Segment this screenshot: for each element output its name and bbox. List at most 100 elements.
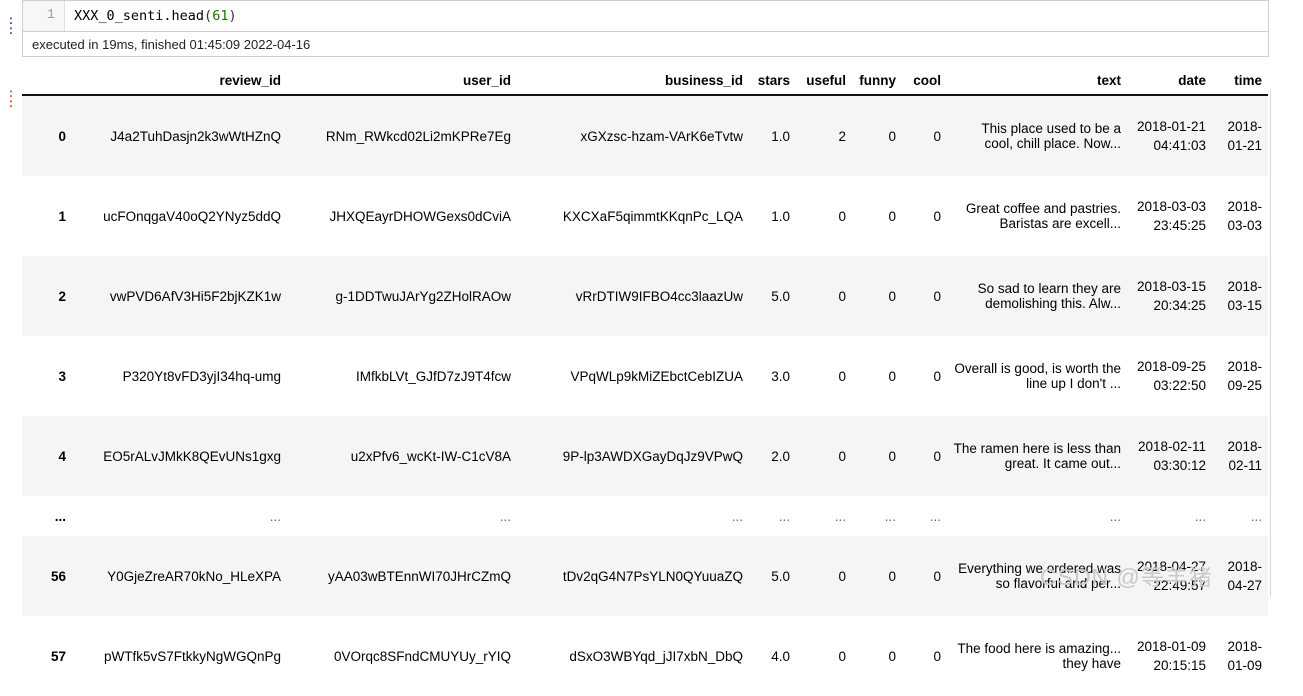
row-index: 0 [22, 95, 72, 176]
header-time[interactable]: time [1212, 73, 1268, 96]
cell-review-id: EO5rALvJMkK8QEvUNs1gxg [72, 416, 287, 496]
cell-date: 2018-04-27 22:49:57 [1127, 536, 1212, 616]
cell-date: 2018-03-15 20:34:25 [1127, 256, 1212, 336]
header-user-id[interactable]: user_id [287, 73, 517, 96]
cell-text: Overall is good, is worth the line up I … [947, 336, 1127, 416]
table-row: 3 P320Yt8vFD3yjI34hq-umg IMfkbLVt_GJfD7zJ9… [22, 336, 1268, 416]
dataframe-body: 0 J4a2TuhDasjn2k3wWtHZnQ RNm_RWkcd02Li2mKP… [22, 95, 1268, 696]
out-prompt-label-2: : [7, 97, 15, 111]
cell-cool: 0 [902, 336, 947, 416]
cell-business-id: VPqWLp9kMiZEbctCebIZUA [517, 336, 749, 416]
cell-useful: 0 [796, 336, 852, 416]
cell-useful: 0 [796, 256, 852, 336]
cell-text: Great coffee and pastries. Baristas are … [947, 176, 1127, 256]
cell-cool: 0 [902, 536, 947, 616]
cell-funny: ... [852, 496, 902, 536]
cell-review-id: J4a2TuhDasjn2k3wWtHZnQ [72, 95, 287, 176]
cell-user-id: IMfkbLVt_GJfD7zJ9T4fcw [287, 336, 517, 416]
dataframe-header: review_id user_id business_id stars usef… [22, 73, 1268, 96]
code-line-number: 1 [23, 1, 65, 31]
cell-stars: 3.0 [749, 336, 796, 416]
cell-business-id: dSxO3WBYqd_jJI7xbN_DbQ [517, 616, 749, 696]
cell-review-id: Y0GjeZreAR70kNo_HLeXPA [72, 536, 287, 616]
row-index: 2 [22, 256, 72, 336]
row-index: 57 [22, 616, 72, 696]
cell-funny: 0 [852, 95, 902, 176]
cell-date: 2018-01-21 04:41:03 [1127, 95, 1212, 176]
cell-review-id: P320Yt8vFD3yjI34hq-umg [72, 336, 287, 416]
cell-stars: 1.0 [749, 95, 796, 176]
cell-time: 2018- 03-15 [1212, 256, 1268, 336]
dataframe-table: review_id user_id business_id stars usef… [22, 73, 1268, 696]
cell-business-id: ... [517, 496, 749, 536]
cell-business-id: tDv2qG4N7PsYLN0QYuuaZQ [517, 536, 749, 616]
header-stars[interactable]: stars [749, 73, 796, 96]
cell-funny: 0 [852, 616, 902, 696]
table-row: 4 EO5rALvJMkK8QEvUNs1gxg u2xPfv6_wcKt-IW-C… [22, 416, 1268, 496]
cell-date: 2018-09-25 03:22:50 [1127, 336, 1212, 416]
cell-review-id: ... [72, 496, 287, 536]
cell-text: The ramen here is less than great. It ca… [947, 416, 1127, 496]
cell-text: This place used to be a cool, chill plac… [947, 95, 1127, 176]
table-row: 2 vwPVD6AfV3Hi5F2bjKZK1w g-1DDTwuJArYg2ZHo… [22, 256, 1268, 336]
cell-user-id: u2xPfv6_wcKt-IW-C1cV8A [287, 416, 517, 496]
cell-stars: 4.0 [749, 616, 796, 696]
cell-useful: 0 [796, 536, 852, 616]
code-cell-wrapper: 1 XXX_0_senti.head(61) executed in 19ms,… [22, 0, 1269, 57]
cell-review-id: vwPVD6AfV3Hi5F2bjKZK1w [72, 256, 287, 336]
dataframe-output-area[interactable]: review_id user_id business_id stars usef… [22, 73, 1270, 696]
cell-business-id: xGXzsc-hzam-VArK6eTvtw [517, 95, 749, 176]
cell-date: ... [1127, 496, 1212, 536]
header-business-id[interactable]: business_id [517, 73, 749, 96]
cell-text: ... [947, 496, 1127, 536]
cell-user-id: g-1DDTwuJArYg2ZHolRAOw [287, 256, 517, 336]
cell-stars: 5.0 [749, 256, 796, 336]
code-editor[interactable]: 1 XXX_0_senti.head(61) [22, 0, 1269, 32]
cell-time: 2018- 01-21 [1212, 95, 1268, 176]
cell-text: The food here is amazing... they have [947, 616, 1127, 696]
cell-stars: 5.0 [749, 536, 796, 616]
row-index: 3 [22, 336, 72, 416]
cell-funny: 0 [852, 256, 902, 336]
header-review-id[interactable]: review_id [72, 73, 287, 96]
cell-cool: 0 [902, 256, 947, 336]
code-open-paren: ( [204, 8, 213, 24]
cell-time: 2018- 09-25 [1212, 336, 1268, 416]
cell-cool: 0 [902, 416, 947, 496]
row-index: 4 [22, 416, 72, 496]
header-row: review_id user_id business_id stars usef… [22, 73, 1268, 96]
header-cool[interactable]: cool [902, 73, 947, 96]
cell-useful: 0 [796, 176, 852, 256]
in-prompt-label-2: : [7, 24, 15, 38]
cell-user-id: ... [287, 496, 517, 536]
code-line[interactable]: XXX_0_senti.head(61) [65, 1, 1268, 31]
cell-text: So sad to learn they are demolishing thi… [947, 256, 1127, 336]
cell-time: 2018- 03-03 [1212, 176, 1268, 256]
cell-cool: 0 [902, 176, 947, 256]
cell-business-id: KXCXaF5qimmtKKqnPc_LQA [517, 176, 749, 256]
header-text[interactable]: text [947, 73, 1127, 96]
cell-date: 2018-01-09 20:15:15 [1127, 616, 1212, 696]
cell-review-id: pWTfk5vS7FtkkyNgWGQnPg [72, 616, 287, 696]
cell-useful: 2 [796, 95, 852, 176]
cell-time: 2018- 04-27 [1212, 536, 1268, 616]
table-row-ellipsis: ................................. [22, 496, 1268, 536]
code-close-paren: ) [228, 8, 237, 24]
output-right-gutter[interactable] [1270, 90, 1303, 597]
cell-time: 2018- 01-09 [1212, 616, 1268, 696]
notebook-output-cell: : : review_id user_id business_id stars … [0, 73, 1303, 696]
header-useful[interactable]: useful [796, 73, 852, 96]
cell-user-id: RNm_RWkcd02Li2mKPRe7Eg [287, 95, 517, 176]
cell-funny: 0 [852, 336, 902, 416]
execution-status-bar: executed in 19ms, finished 01:45:09 2022… [22, 32, 1269, 57]
row-index: 56 [22, 536, 72, 616]
code-argument: 61 [212, 8, 229, 24]
cell-useful: 0 [796, 416, 852, 496]
header-funny[interactable]: funny [852, 73, 902, 96]
cell-stars: 2.0 [749, 416, 796, 496]
cell-funny: 0 [852, 176, 902, 256]
cell-cool: 0 [902, 616, 947, 696]
header-date[interactable]: date [1127, 73, 1212, 96]
cell-business-id: 9P-lp3AWDXGayDqJz9VPwQ [517, 416, 749, 496]
output-prompt-gutter: : : [0, 73, 22, 111]
